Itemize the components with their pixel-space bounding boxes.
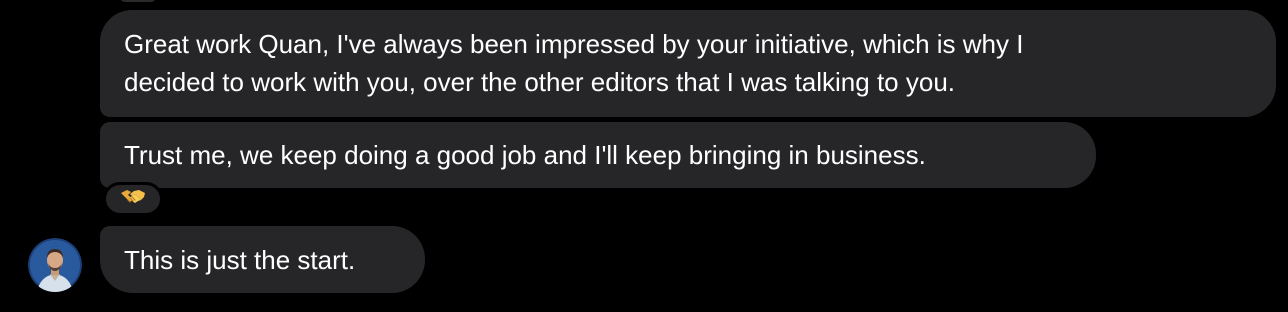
message-text-line: decided to work with you, over the other… — [124, 67, 955, 97]
handshake-icon — [120, 187, 146, 212]
message-bubble[interactable]: This is just the start. — [100, 226, 425, 293]
message-bubble[interactable]: Trust me, we keep doing a good job and I… — [100, 122, 1096, 188]
message-bubble[interactable]: Great work Quan, I've always been impres… — [100, 10, 1276, 117]
avatar[interactable] — [28, 238, 82, 292]
message-reaction[interactable] — [103, 182, 163, 216]
message-text-line: Great work Quan, I've always been impres… — [124, 29, 1024, 59]
previous-reaction-stub — [118, 0, 158, 2]
message-text: Trust me, we keep doing a good job and I… — [124, 140, 926, 170]
message-text: This is just the start. — [124, 245, 356, 275]
